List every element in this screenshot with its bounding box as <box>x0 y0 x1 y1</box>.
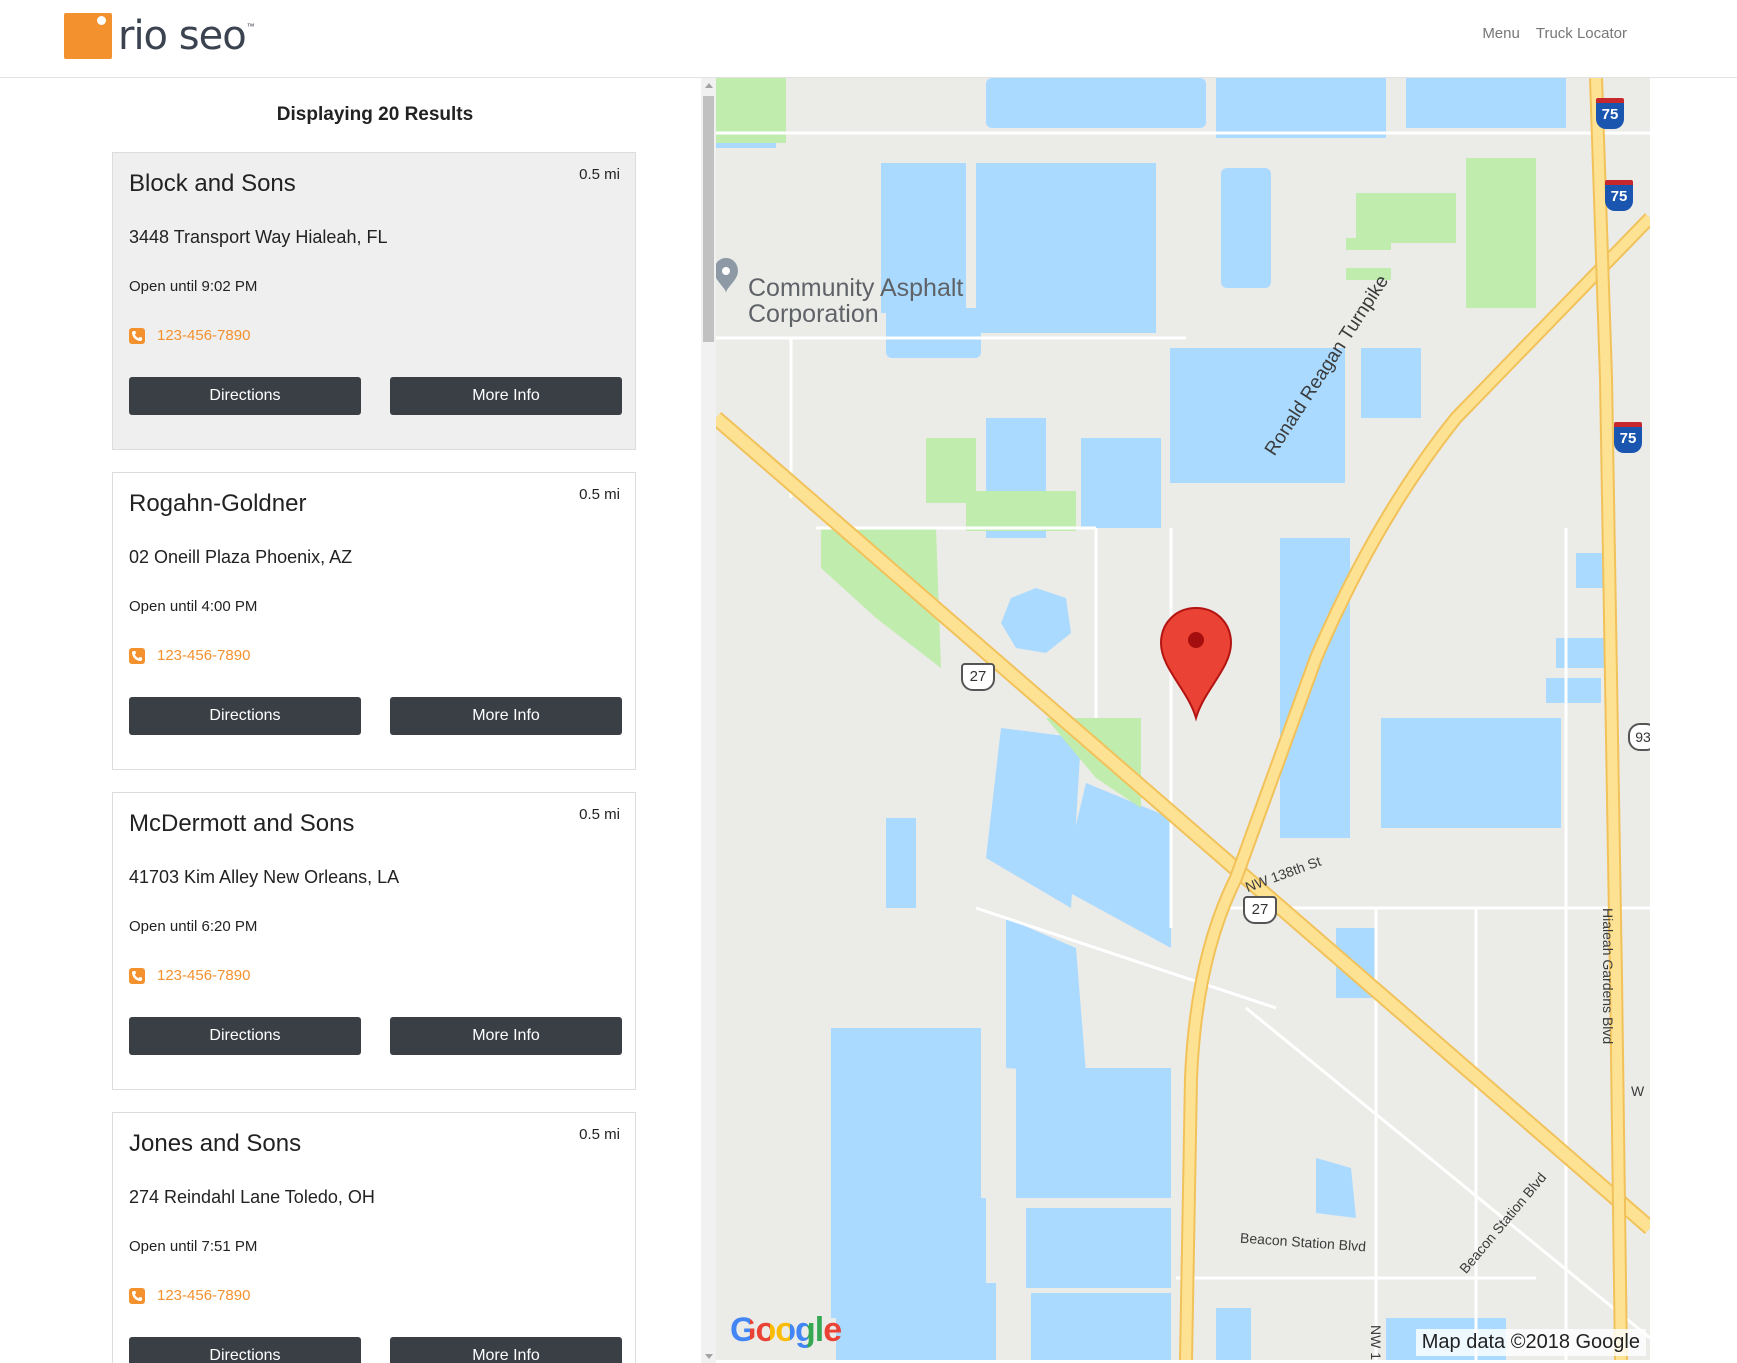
result-card[interactable]: Rogahn-Goldner 0.5 mi 02 Oneill Plaza Ph… <box>112 472 636 770</box>
more-info-button[interactable]: More Info <box>390 1337 622 1363</box>
logo-mark-icon <box>64 13 112 59</box>
logo-text: rio seo <box>118 13 247 59</box>
i75-shield-icon-2: 75 <box>1605 180 1633 211</box>
location-hours: Open until 9:02 PM <box>129 278 258 295</box>
location-name: Rogahn-Goldner <box>129 490 307 517</box>
road-label-w: W <box>1631 1083 1645 1099</box>
place-label-line2: Corporation <box>748 300 879 328</box>
top-header: rio seo ™ Menu Truck Locator <box>0 0 1737 78</box>
us27-shield-icon: 27 <box>961 663 995 691</box>
location-distance: 0.5 mi <box>579 486 620 503</box>
location-address: 41703 Kim Alley New Orleans, LA <box>129 867 400 887</box>
phone-link[interactable]: 123-456-7890 <box>157 647 250 664</box>
location-address: 3448 Transport Way Hialeah, FL <box>129 227 388 247</box>
scrollbar-thumb[interactable] <box>703 96 714 342</box>
nav-menu-link[interactable]: Menu <box>1482 25 1520 42</box>
scroll-down-arrow-icon[interactable] <box>705 1354 713 1359</box>
place-label-line1: Community Asphalt <box>748 274 964 302</box>
more-info-button[interactable]: More Info <box>390 377 622 415</box>
directions-button[interactable]: Directions <box>129 377 361 415</box>
phone-icon <box>129 647 145 664</box>
more-info-button[interactable]: More Info <box>390 1017 622 1055</box>
phone-link[interactable]: 123-456-7890 <box>157 967 250 984</box>
map-canvas <box>716 78 1650 1360</box>
road-label-nw1: NW 1 <box>1368 1325 1384 1360</box>
google-logo-text: Google <box>730 1311 842 1349</box>
location-distance: 0.5 mi <box>579 166 620 183</box>
google-logo[interactable]: Google <box>730 1311 842 1350</box>
location-phone: 123-456-7890 <box>129 1287 250 1304</box>
directions-button[interactable]: Directions <box>129 1017 361 1055</box>
location-address: 274 Reindahl Lane Toledo, OH <box>129 1187 375 1207</box>
results-count-heading: Displaying 20 Results <box>276 104 474 125</box>
location-hours: Open until 6:20 PM <box>129 918 258 935</box>
us27-shield-icon-2: 27 <box>1243 896 1277 924</box>
location-phone: 123-456-7890 <box>129 967 250 984</box>
location-distance: 0.5 mi <box>579 806 620 823</box>
rioseo-logo[interactable]: rio seo ™ <box>64 12 255 60</box>
logo-trademark: ™ <box>246 22 255 31</box>
top-nav: Menu Truck Locator <box>1482 25 1627 42</box>
location-name: Block and Sons <box>129 170 296 197</box>
place-label-community-asphalt[interactable]: Community Asphalt Corporation <box>748 275 963 327</box>
results-panel: Displaying 20 Results Block and Sons 0.5… <box>0 78 700 1363</box>
location-name: Jones and Sons <box>129 1130 302 1157</box>
road-label-hialeah-gardens: Hialeah Gardens Blvd <box>1600 908 1616 1045</box>
results-scrollbar[interactable] <box>701 78 716 1363</box>
directions-button[interactable]: Directions <box>129 697 361 735</box>
phone-icon <box>129 327 145 344</box>
location-distance: 0.5 mi <box>579 1126 620 1143</box>
location-phone: 123-456-7890 <box>129 327 250 344</box>
phone-link[interactable]: 123-456-7890 <box>157 327 250 344</box>
more-info-button[interactable]: More Info <box>390 697 622 735</box>
scroll-up-arrow-icon[interactable] <box>705 83 713 88</box>
location-address: 02 Oneill Plaza Phoenix, AZ <box>129 547 353 567</box>
directions-button[interactable]: Directions <box>129 1337 361 1363</box>
location-phone: 123-456-7890 <box>129 647 250 664</box>
place-pin <box>716 258 738 293</box>
phone-icon <box>129 967 145 984</box>
result-card[interactable]: McDermott and Sons 0.5 mi 41703 Kim Alle… <box>112 792 636 1090</box>
result-card[interactable]: Block and Sons 0.5 mi 3448 Transport Way… <box>112 152 636 450</box>
phone-icon <box>129 1287 145 1304</box>
i75-shield-icon-3: 75 <box>1614 422 1642 453</box>
location-hours: Open until 7:51 PM <box>129 1238 258 1255</box>
location-hours: Open until 4:00 PM <box>129 598 258 615</box>
nav-truck-locator-link[interactable]: Truck Locator <box>1536 25 1627 42</box>
sr93-shield-icon: 93 <box>1628 723 1650 751</box>
map-view[interactable]: Community Asphalt Corporation Ronald Rea… <box>716 78 1650 1360</box>
map-attribution: Map data ©2018 Google <box>1415 1329 1646 1356</box>
phone-link[interactable]: 123-456-7890 <box>157 1287 250 1304</box>
result-card[interactable]: Jones and Sons 0.5 mi 274 Reindahl Lane … <box>112 1112 636 1363</box>
i75-highway <box>1589 78 1628 1360</box>
i75-shield-icon: 75 <box>1596 98 1624 129</box>
location-name: McDermott and Sons <box>129 810 355 837</box>
